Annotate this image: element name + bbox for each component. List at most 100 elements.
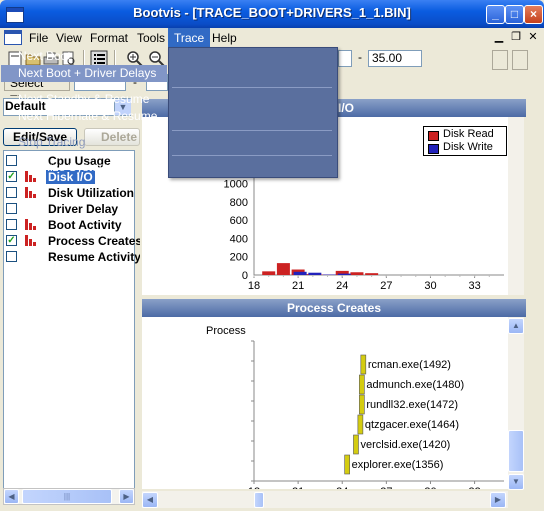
graph-item-boot-activity[interactable]: Boot Activity bbox=[4, 217, 134, 233]
x-tick-label: 18 bbox=[248, 280, 260, 292]
x-tick-label: 21 bbox=[292, 486, 304, 489]
checkbox[interactable] bbox=[6, 203, 17, 214]
toolbar-button[interactable] bbox=[512, 50, 528, 70]
process-bar bbox=[357, 414, 364, 435]
graph-item-resume-activity[interactable]: Resume Activity bbox=[4, 249, 141, 265]
document-icon[interactable] bbox=[4, 30, 22, 45]
graph-item-disk-utilization[interactable]: Disk Utilization bbox=[4, 185, 134, 201]
process-label: rcman.exe(1492) bbox=[368, 359, 451, 371]
graph-item-label: Process Creates bbox=[48, 234, 143, 248]
y-tick-label: 200 bbox=[230, 252, 248, 264]
bar-chart-icon bbox=[24, 235, 38, 246]
x-tick-label: 21 bbox=[292, 280, 304, 292]
menu-separator bbox=[172, 130, 332, 131]
process-label: rundll32.exe(1472) bbox=[366, 399, 458, 411]
legend-swatch-read bbox=[428, 131, 439, 141]
y-tick-label: 1000 bbox=[224, 179, 248, 191]
disk-io-title: I/O bbox=[338, 101, 355, 115]
process-label: verclsid.exe(1420) bbox=[360, 439, 450, 451]
x-tick-label: 33 bbox=[468, 280, 480, 292]
delete-button[interactable]: Delete bbox=[84, 128, 140, 146]
process-bar bbox=[353, 434, 359, 455]
scroll-thumb[interactable] bbox=[254, 492, 264, 508]
x-tick-label: 33 bbox=[468, 486, 480, 489]
disk-write-bar bbox=[293, 271, 307, 275]
child-restore-icon[interactable]: ❐ bbox=[509, 30, 523, 44]
disk-read-bar bbox=[276, 263, 290, 275]
x-tick-label: 18 bbox=[248, 486, 260, 489]
toolbar-button[interactable] bbox=[492, 50, 508, 70]
checkbox[interactable] bbox=[6, 219, 17, 230]
scroll-down-icon[interactable]: ▼ bbox=[508, 474, 524, 490]
menu-help[interactable]: Help bbox=[206, 28, 243, 48]
menu-trace[interactable]: Trace bbox=[168, 28, 211, 48]
child-close-icon[interactable]: ✕ bbox=[526, 30, 540, 44]
scroll-left-icon[interactable]: ◀ bbox=[4, 489, 19, 504]
checkbox[interactable] bbox=[6, 251, 17, 262]
menu-item-next-boot-driver-delays[interactable]: Next Boot + Driver Delays bbox=[1, 65, 167, 82]
menu-item-next-boot[interactable]: Next Boot bbox=[18, 48, 71, 65]
scroll-right-icon[interactable]: ▶ bbox=[119, 489, 134, 504]
scroll-thumb[interactable]: ||| bbox=[22, 489, 112, 504]
disk-read-bar bbox=[365, 273, 379, 275]
disk-io-legend: Disk Read Disk Write bbox=[423, 126, 507, 156]
x-tick-label: 27 bbox=[380, 486, 392, 489]
scroll-right-icon[interactable]: ▶ bbox=[490, 492, 506, 508]
bar-chart-icon bbox=[24, 187, 38, 198]
process-label: qtzgacer.exe(1464) bbox=[365, 419, 459, 431]
checkbox-checked[interactable]: ✓ bbox=[6, 171, 17, 182]
menu-format[interactable]: Format bbox=[84, 28, 134, 48]
graph-item-label: Disk Utilization bbox=[48, 186, 135, 200]
y-tick-label: 600 bbox=[230, 215, 248, 227]
x-tick-label: 30 bbox=[424, 280, 436, 292]
graph-item-label: Resume Activity bbox=[48, 250, 141, 264]
trace-menu bbox=[168, 47, 338, 178]
menu-item-stop-tracing[interactable]: Stop Tracing bbox=[18, 134, 85, 151]
checkbox-checked[interactable]: ✓ bbox=[6, 235, 17, 246]
child-minimize-icon[interactable]: ▁ bbox=[492, 30, 506, 44]
bar-chart-icon bbox=[24, 219, 38, 230]
time-start-field[interactable] bbox=[338, 50, 352, 67]
scroll-left-icon[interactable]: ◀ bbox=[142, 492, 158, 508]
process-label: admunch.exe(1480) bbox=[366, 379, 464, 391]
process-bar bbox=[360, 354, 367, 375]
y-tick-label: 800 bbox=[230, 197, 248, 209]
time-range-separator: - bbox=[358, 50, 362, 64]
scroll-thumb[interactable] bbox=[508, 430, 524, 472]
menu-separator bbox=[172, 87, 332, 88]
window-title: Bootvis - [TRACE_BOOT+DRIVERS_1_1.BIN] bbox=[133, 5, 411, 20]
size-grip bbox=[508, 491, 528, 508]
x-tick-label: 24 bbox=[336, 280, 348, 292]
minimize-icon[interactable]: _ bbox=[486, 5, 505, 24]
time-end-field[interactable]: 35.00 bbox=[368, 50, 422, 67]
process-label: explorer.exe(1356) bbox=[352, 459, 444, 471]
graph-item-driver-delay[interactable]: Driver Delay bbox=[4, 201, 134, 217]
menu-item-next-standby-resume[interactable]: Next Standby & Resume bbox=[18, 91, 149, 108]
maximize-icon[interactable]: □ bbox=[505, 5, 524, 24]
close-icon[interactable]: × bbox=[524, 5, 543, 24]
legend-label-write: Disk Write bbox=[443, 141, 493, 153]
x-tick-label: 27 bbox=[380, 280, 392, 292]
graph-item-process-creates[interactable]: ✓ Process Creates bbox=[4, 233, 142, 249]
scroll-up-icon[interactable]: ▲ bbox=[508, 318, 524, 334]
process-bar bbox=[359, 374, 365, 395]
disk-io-vertical-scrollbar[interactable] bbox=[508, 117, 524, 295]
process-creates-header: Process Creates bbox=[142, 299, 526, 317]
disk-write-bar bbox=[337, 273, 351, 275]
y-tick-label: 400 bbox=[230, 233, 248, 245]
checkbox[interactable] bbox=[6, 155, 17, 166]
menu-separator bbox=[172, 155, 332, 156]
x-tick-label: 24 bbox=[336, 486, 348, 489]
disk-write-bar bbox=[308, 272, 322, 275]
menu-item-optimize-system[interactable]: Optimize System bbox=[18, 159, 109, 176]
process-creates-chart: 18 21 24 27 30 33 rcman.exe(1492) admunch.exe(1… bbox=[248, 340, 504, 489]
x-tick-label: 30 bbox=[424, 486, 436, 489]
graph-item-label: Driver Delay bbox=[48, 202, 119, 216]
process-bar bbox=[359, 394, 365, 415]
menu-item-next-hibernate-resume[interactable]: Next Hibernate & Resume bbox=[18, 108, 157, 125]
legend-label-read: Disk Read bbox=[443, 128, 494, 140]
menu-view[interactable]: View bbox=[50, 28, 88, 48]
menu-tools[interactable]: Tools bbox=[131, 28, 171, 48]
checkbox[interactable] bbox=[6, 187, 17, 198]
bottom-horizontal-scrollbar[interactable] bbox=[142, 491, 508, 508]
